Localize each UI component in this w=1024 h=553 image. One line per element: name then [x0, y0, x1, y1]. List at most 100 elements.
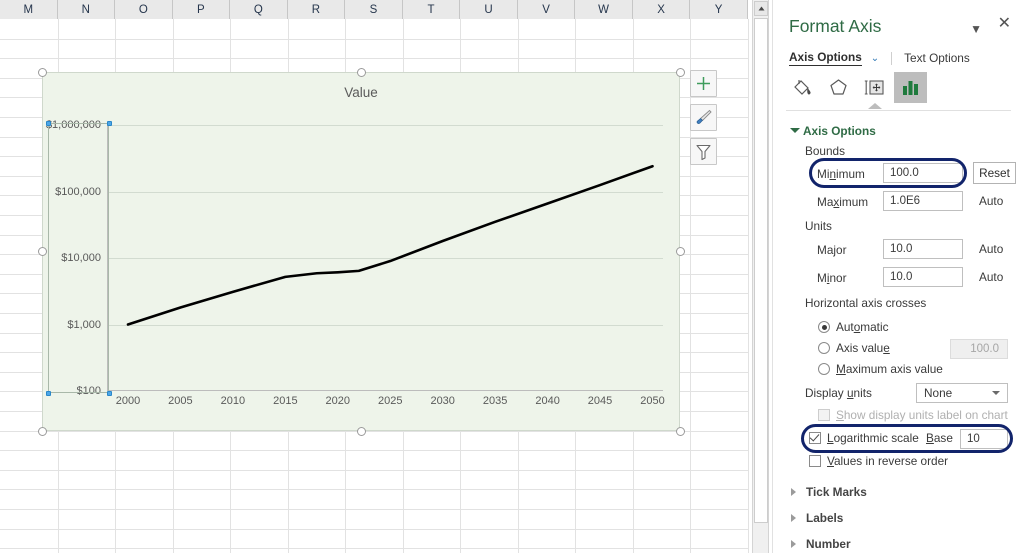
column-header-P[interactable]: P	[173, 0, 231, 19]
chart-title[interactable]: Value	[43, 85, 679, 100]
units-group-label: Units	[805, 219, 832, 233]
base-input[interactable]: 10	[960, 429, 1008, 449]
axis-handle-bl[interactable]	[46, 391, 51, 396]
y-axis-selection[interactable]	[48, 123, 109, 393]
chart-elements-button[interactable]	[690, 70, 717, 97]
chart-handle-bottom-right[interactable]	[676, 427, 685, 436]
pentagon-icon	[830, 79, 847, 95]
labels-expand-triangle[interactable]	[791, 514, 796, 522]
major-unit-input[interactable]: 10.0	[883, 239, 963, 259]
display-units-value: None	[924, 386, 953, 400]
x-axis-labels[interactable]: 2000 2005 2010 2015 2020 2025 2030 2035 2040 2045…	[107, 393, 665, 413]
chart-handle-middle-right[interactable]	[676, 247, 685, 256]
column-header-M[interactable]: M	[0, 0, 58, 19]
axis-handle-br[interactable]	[107, 391, 112, 396]
radio-automatic[interactable]	[818, 321, 830, 333]
axis-handle-tr[interactable]	[107, 121, 112, 126]
close-icon[interactable]: ✕	[998, 16, 1011, 32]
grid-row-line	[0, 58, 748, 59]
x-axis-tick-label: 2025	[377, 395, 403, 407]
chart-handle-middle-left[interactable]	[38, 247, 47, 256]
radio-maximum-axis-value-label[interactable]: Maximum axis value	[836, 362, 943, 376]
column-header-R[interactable]: R	[288, 0, 346, 19]
chart-handle-top-right[interactable]	[676, 68, 685, 77]
axis-value-input: 100.0	[950, 339, 1008, 359]
axis-options-header[interactable]: Axis Options	[803, 124, 876, 138]
pane-collapse-icon[interactable]: ▼	[970, 22, 982, 36]
chart-handle-top-left[interactable]	[38, 68, 47, 77]
chart-styles-button[interactable]	[690, 104, 717, 131]
pane-tabs: Axis Options ⌄ Text Options	[789, 50, 970, 66]
maximum-input[interactable]: 1.0E6	[883, 191, 963, 211]
radio-maximum-axis-value[interactable]	[818, 363, 830, 375]
vertical-scrollbar[interactable]	[752, 0, 769, 553]
radio-axis-value-label[interactable]: Axis value	[836, 341, 890, 355]
tab-axis-options[interactable]: Axis Options	[789, 50, 862, 66]
chart-handle-top-center[interactable]	[357, 68, 366, 77]
chart-filters-button[interactable]	[690, 138, 717, 165]
grid-row-line	[0, 431, 748, 432]
fill-line-icon[interactable]	[786, 72, 819, 103]
minimum-label: Minimum	[817, 167, 865, 181]
axis-handle-tl[interactable]	[46, 121, 51, 126]
grid-row-line	[0, 489, 748, 490]
scrollbar-thumb[interactable]	[754, 18, 768, 523]
axis-options-expand-triangle[interactable]	[790, 128, 800, 133]
minimum-input[interactable]: 100.0	[883, 163, 963, 183]
chart-handle-bottom-left[interactable]	[38, 427, 47, 436]
column-header-U[interactable]: U	[460, 0, 518, 19]
maximum-auto-label[interactable]: Auto	[979, 194, 1003, 208]
column-header-W[interactable]: W	[575, 0, 633, 19]
column-header-S[interactable]: S	[345, 0, 403, 19]
column-header-X[interactable]: X	[633, 0, 691, 19]
number-expand-triangle[interactable]	[791, 540, 796, 548]
plot-area[interactable]	[107, 125, 663, 391]
pane-divider	[786, 110, 1011, 111]
scroll-up-button[interactable]	[754, 1, 768, 16]
spreadsheet-area: MNOPQRSTUVWXY Value $100 $1,000 $10,000 $10…	[0, 0, 749, 553]
x-axis-tick-label: 2030	[430, 395, 455, 407]
x-axis-tick-label: 2035	[482, 395, 508, 407]
excel-window: MNOPQRSTUVWXY Value $100 $1,000 $10,000 $10…	[0, 0, 1024, 553]
number-header[interactable]: Number	[806, 537, 851, 551]
values-reverse-order-checkbox[interactable]	[809, 455, 821, 467]
chart-object[interactable]: Value $100 $1,000 $10,000 $100,000 $1,000,00…	[42, 72, 680, 431]
data-series-line[interactable]	[107, 125, 663, 391]
values-reverse-order-label[interactable]: Values in reverse order	[827, 454, 948, 468]
series-line-value[interactable]	[126, 164, 654, 326]
column-header-N[interactable]: N	[58, 0, 116, 19]
effects-icon[interactable]	[822, 72, 855, 103]
axis-options-icon[interactable]	[894, 72, 927, 103]
column-headers: MNOPQRSTUVWXY	[0, 0, 748, 20]
minor-auto-label[interactable]: Auto	[979, 270, 1003, 284]
tab-text-options[interactable]: Text Options	[904, 51, 970, 65]
column-header-O[interactable]: O	[115, 0, 173, 19]
chevron-down-icon[interactable]: ⌄	[871, 53, 879, 64]
column-header-V[interactable]: V	[518, 0, 576, 19]
brush-icon	[696, 109, 712, 124]
column-header-T[interactable]: T	[403, 0, 461, 19]
grid-row-line	[0, 509, 748, 510]
chart-side-buttons	[690, 70, 718, 172]
size-properties-icon[interactable]	[858, 72, 891, 103]
column-header-Y[interactable]: Y	[690, 0, 748, 19]
radio-automatic-label[interactable]: Automatic	[836, 320, 888, 334]
minor-unit-input[interactable]: 10.0	[883, 267, 963, 287]
grid-row-line	[0, 548, 748, 549]
major-label: Major	[817, 243, 847, 257]
major-auto-label[interactable]: Auto	[979, 242, 1003, 256]
radio-axis-value[interactable]	[818, 342, 830, 354]
show-display-units-label: Show display units label on chart	[836, 408, 1008, 422]
display-units-select[interactable]: None	[916, 383, 1008, 403]
labels-header[interactable]: Labels	[806, 511, 843, 525]
x-axis-tick-label: 2050	[640, 395, 665, 407]
grid-row-line	[0, 450, 748, 451]
logarithmic-scale-checkbox[interactable]	[809, 432, 821, 444]
minimum-reset-button[interactable]: Reset	[973, 162, 1016, 184]
tick-marks-header[interactable]: Tick Marks	[806, 485, 867, 499]
chart-handle-bottom-center[interactable]	[357, 427, 366, 436]
tick-marks-expand-triangle[interactable]	[791, 488, 796, 496]
logarithmic-scale-label[interactable]: Logarithmic scale	[827, 431, 919, 445]
column-header-Q[interactable]: Q	[230, 0, 288, 19]
size-and-properties-icon	[864, 80, 884, 95]
